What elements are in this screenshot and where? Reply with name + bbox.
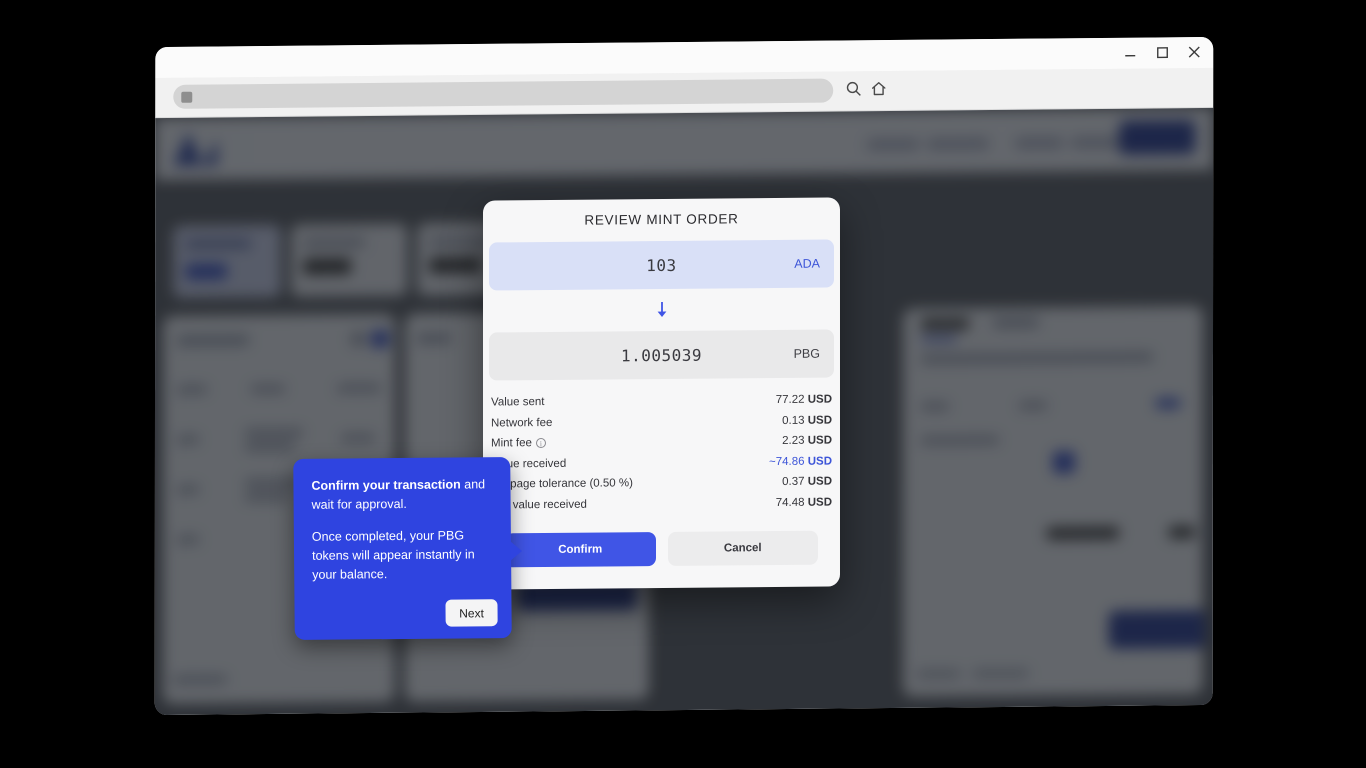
arrow-down-icon <box>654 300 670 320</box>
from-amount-field[interactable]: 103 ADA <box>489 239 834 291</box>
fee-row: Min value received 74.48 USD <box>489 492 834 516</box>
fee-row-label-group: Slippage tolerance (0.50 %) <box>491 478 633 491</box>
minimize-icon[interactable] <box>1121 44 1139 62</box>
fee-row-label-group: Mint fee i <box>491 437 546 450</box>
from-amount-value: 103 <box>646 255 677 275</box>
to-currency-label: PBG <box>793 346 820 361</box>
fee-row-amount-unit: USD <box>807 475 832 488</box>
fee-row-amount: 74.48 USD <box>776 496 832 508</box>
cancel-button[interactable]: Cancel <box>667 530 818 566</box>
fee-row-amount-value: 2.23 <box>782 435 805 448</box>
fee-row-amount-unit: USD <box>807 414 832 427</box>
swap-direction-indicator <box>483 287 840 332</box>
info-icon[interactable]: i <box>535 438 546 449</box>
fee-breakdown-list: Value sent 77.22 USD Network fee 0.13 USD Mi… <box>489 389 834 515</box>
address-bar[interactable] <box>173 78 834 109</box>
lock-icon <box>181 91 193 103</box>
fee-row-label: Value sent <box>491 396 545 409</box>
coach-line-1: Confirm your transaction and wait for ap… <box>311 475 494 515</box>
fee-row-amount: 0.37 USD <box>782 476 832 488</box>
fee-row-label: Mint fee <box>491 437 532 450</box>
fee-row-amount-unit: USD <box>807 434 832 447</box>
modal-title: REVIEW MINT ORDER <box>584 211 739 228</box>
to-amount-value: 1.005039 <box>620 345 703 365</box>
coach-line-2: Once completed, your PBG tokens will app… <box>311 528 475 582</box>
fee-row-amount-unit: USD <box>807 455 832 468</box>
toolbar-icons <box>845 80 887 102</box>
coach-mark-tooltip: Confirm your transaction and wait for ap… <box>293 457 512 640</box>
coach-line-1-bold: Confirm your transaction <box>311 477 461 493</box>
review-mint-order-modal: REVIEW MINT ORDER 103 ADA 1.005039 PBG V… <box>483 197 840 590</box>
fee-row-amount: 0.13 USD <box>782 414 832 426</box>
modal-actions: Confirm Cancel <box>483 530 840 568</box>
fee-row-amount: 2.23 USD <box>782 435 832 447</box>
fee-row-label: Network fee <box>491 416 553 430</box>
home-icon[interactable] <box>870 80 887 102</box>
window-controls <box>1121 43 1203 62</box>
fee-row-amount: 77.22 USD <box>776 394 832 406</box>
fee-row-amount-value: ~74.86 <box>769 455 805 468</box>
screen: REVIEW MINT ORDER 103 ADA 1.005039 PBG V… <box>0 0 1366 768</box>
fee-row-amount-value: 77.22 <box>775 394 805 407</box>
fee-row-amount-unit: USD <box>807 393 832 406</box>
coach-next-button[interactable]: Next <box>445 599 498 627</box>
fee-row-amount-value: 74.48 <box>775 496 805 509</box>
confirm-button[interactable]: Confirm <box>505 532 656 568</box>
fee-row-amount-unit: USD <box>807 496 832 509</box>
close-icon[interactable] <box>1185 43 1203 61</box>
maximize-icon[interactable] <box>1153 43 1171 61</box>
fee-row-label-group: Network fee <box>491 417 552 430</box>
fee-row-amount-value: 0.37 <box>782 476 805 489</box>
fee-row-label: Slippage tolerance (0.50 %) <box>491 477 633 491</box>
search-icon[interactable] <box>845 80 862 102</box>
fee-row-amount: ~74.86 USD <box>769 455 832 468</box>
fee-row-label-group: Value sent <box>491 396 544 408</box>
from-currency-label: ADA <box>794 256 820 271</box>
fee-row-amount-value: 0.13 <box>782 414 805 427</box>
to-amount-field[interactable]: 1.005039 PBG <box>489 329 834 381</box>
